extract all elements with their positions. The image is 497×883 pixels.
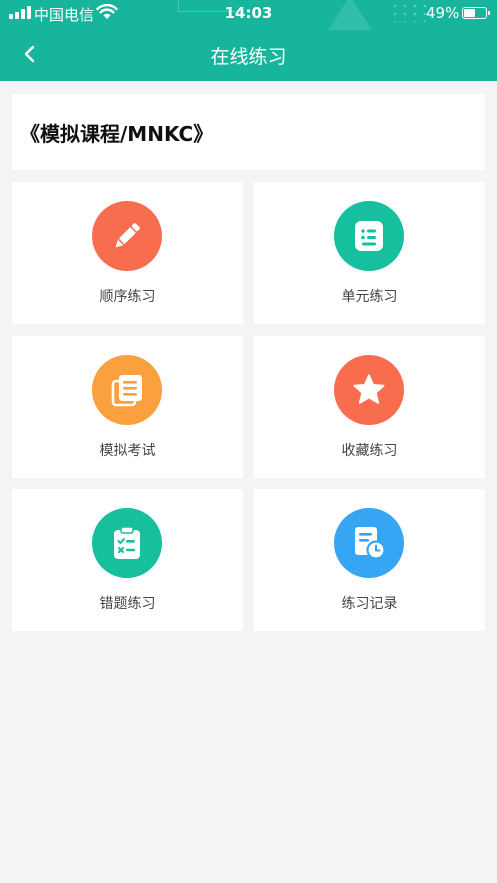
- tile-label: 模拟考试: [99, 443, 156, 459]
- tile-wrong-question-practice[interactable]: 错题练习: [12, 489, 243, 631]
- clipboard-checklist-icon-badge: [92, 508, 162, 578]
- page-title: 在线练习: [210, 46, 287, 68]
- status-time: 14:03: [224, 4, 273, 22]
- tile-label: 顺序练习: [99, 289, 156, 305]
- tile-label: 收藏练习: [341, 443, 398, 459]
- tile-mock-exam[interactable]: 模拟考试: [12, 336, 243, 478]
- tile-label: 单元练习: [341, 289, 398, 305]
- star-icon-badge: [334, 355, 404, 425]
- document-clock-icon: [355, 527, 386, 560]
- clipboard-checklist-icon: [114, 526, 140, 559]
- course-title: 《模拟课程/MNKC》: [20, 122, 214, 146]
- status-bar: 中国电信 14:03 49%: [0, 0, 497, 26]
- tile-label: 错题练习: [99, 596, 156, 612]
- battery-icon: [462, 7, 490, 19]
- list-document-icon: [355, 221, 383, 251]
- battery-percentage: 49%: [426, 4, 460, 22]
- tile-label: 练习记录: [341, 596, 398, 612]
- course-card: 《模拟课程/MNKC》: [12, 94, 485, 170]
- list-document-icon-badge: [334, 201, 404, 271]
- document-clock-icon-badge: [334, 508, 404, 578]
- stacked-documents-icon-badge: [92, 355, 162, 425]
- tile-favorite-practice[interactable]: 收藏练习: [254, 336, 485, 478]
- pencil-icon: [115, 223, 140, 248]
- tile-practice-history[interactable]: 练习记录: [254, 489, 485, 631]
- app-header: 中国电信 14:03 49% 在线练习: [0, 0, 497, 81]
- pencil-icon-badge: [92, 201, 162, 271]
- battery-level: [464, 9, 476, 17]
- stacked-documents-icon: [111, 375, 142, 407]
- star-icon: [353, 374, 385, 404]
- tile-unit-practice[interactable]: 单元练习: [254, 182, 485, 324]
- tile-sequential-practice[interactable]: 顺序练习: [12, 182, 243, 324]
